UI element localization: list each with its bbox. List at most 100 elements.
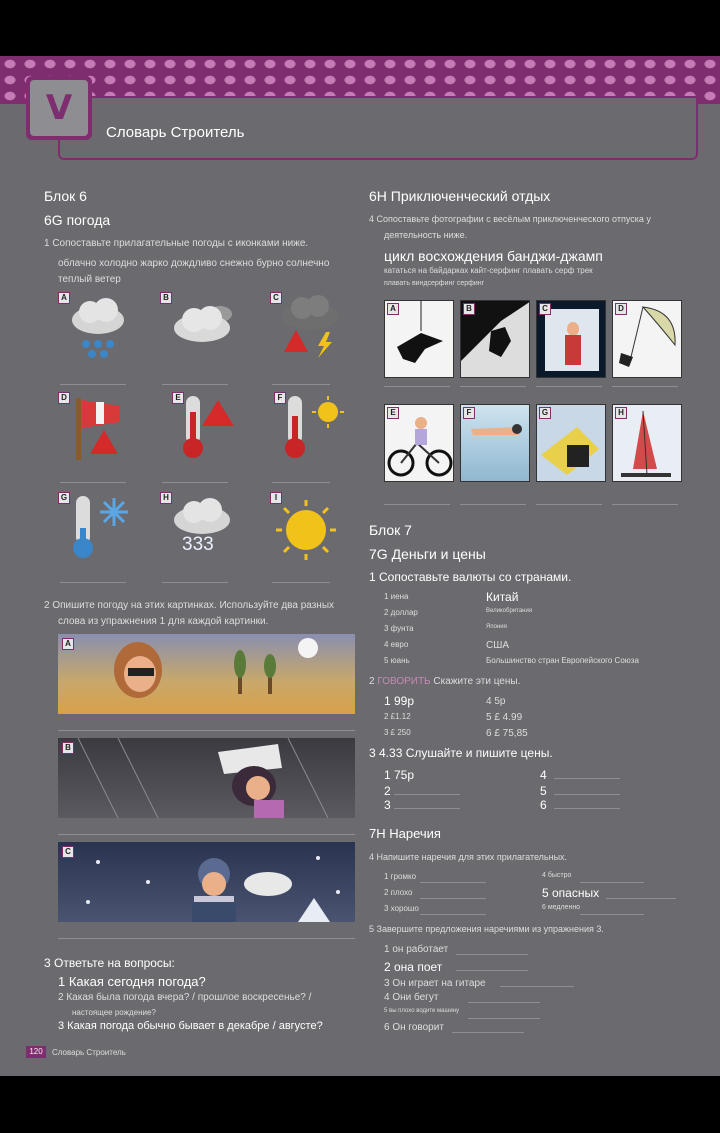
answer-line xyxy=(460,504,526,505)
exercise-2-instruction-2: слова из упражнения 1 для каждой картинк… xyxy=(58,616,269,627)
exercise-2-instruction: 2 Опишите погоду на этих картинках. Испо… xyxy=(44,600,335,611)
answer-line xyxy=(58,730,355,731)
question-2-cont: настоящее рождение? xyxy=(72,1008,156,1017)
photo-kitesurfing: D xyxy=(612,300,682,378)
currency-item: 5 юань xyxy=(384,656,410,665)
answer-line xyxy=(460,386,526,387)
footer-label: Словарь Строитель xyxy=(52,1048,126,1057)
weather-tile-rain: A xyxy=(58,292,132,362)
scene-cold-snow: C xyxy=(58,842,355,922)
rain-cloud-icon xyxy=(72,298,124,358)
scene-letter: B xyxy=(62,742,74,754)
answer-line xyxy=(384,504,450,505)
tile-h-label: 333 xyxy=(182,534,214,555)
weather-tile-cloudy: B xyxy=(160,292,234,362)
answer-line xyxy=(554,808,620,809)
tile-letter: C xyxy=(270,292,282,304)
photo-windsurfing: H xyxy=(612,404,682,482)
tile-letter: E xyxy=(172,392,184,404)
answer-line xyxy=(162,384,228,385)
weather-tile-wind: D xyxy=(58,392,132,462)
answer-line xyxy=(536,504,602,505)
answer-line xyxy=(60,482,126,483)
scene-hot-windy: A xyxy=(58,634,355,714)
answer-line xyxy=(394,794,460,795)
section-7h-title: 7H Наречия xyxy=(369,826,441,841)
section-6h-title: 6H Приключенческий отдых xyxy=(369,188,551,204)
country-item: Большинство стран Европейского Союза xyxy=(486,656,639,665)
answer-line xyxy=(272,384,330,385)
money-exercise-3: 3 4.33 Слушайте и пишите цены. xyxy=(369,746,553,760)
price-item: 5 £ 4.99 xyxy=(486,712,523,723)
exercise-1-word-bank-2: теплый ветер xyxy=(58,274,121,285)
photo-letter: F xyxy=(463,407,475,419)
answer-line xyxy=(58,938,355,939)
top-black-bar xyxy=(0,0,720,56)
photo-bungee: A xyxy=(384,300,454,378)
adjective-item: 1 громко xyxy=(384,872,417,881)
question-2: 2 Какая была погода вчера? / прошлое вос… xyxy=(58,992,312,1003)
sentence-item: 1 он работает xyxy=(384,944,449,955)
listen-item: 3 xyxy=(384,798,391,812)
adjective-item: 3 хорошо xyxy=(384,904,419,913)
photo-caving: C xyxy=(536,300,606,378)
woman-wind-illustration xyxy=(114,638,318,698)
unit-badge: V xyxy=(26,76,92,140)
currency-item: 4 евро xyxy=(384,640,409,649)
exercise-1-word-bank: облачно холодно жарко дождливо снежно бу… xyxy=(58,258,330,269)
price-item: 6 £ 75,85 xyxy=(486,728,528,739)
country-item: Япония xyxy=(486,624,507,630)
answer-line xyxy=(60,582,126,583)
weather-tile-warm: F xyxy=(274,392,348,462)
tile-letter: F xyxy=(274,392,286,404)
listen-item: 5 xyxy=(540,784,547,798)
money-exercise-1: 1 Сопоставьте валюты со странами. xyxy=(369,570,572,584)
adjective-item: 4 быстро xyxy=(542,872,572,879)
photo-letter: D xyxy=(615,303,627,315)
answer-line xyxy=(456,954,528,955)
thermometer-hot-icon xyxy=(183,396,234,458)
answer-line xyxy=(162,582,228,583)
speaking-tag: ГОВОРИТЬ xyxy=(377,676,431,687)
exercise-1-instruction: 1 Сопоставьте прилагательные погоды с ик… xyxy=(44,238,309,249)
thermometer-snow-icon xyxy=(73,496,128,558)
exercise-4-word-bank-2: кататься на байдарках кайт-серфинг плава… xyxy=(384,266,593,275)
country-item: США xyxy=(486,640,510,651)
photo-letter: A xyxy=(387,303,399,315)
section-7g-title: 7G Деньги и цены xyxy=(369,546,486,562)
answer-line xyxy=(456,970,528,971)
exercise-4-word-bank-3: плавать виндсерфинг серфинг xyxy=(384,280,485,287)
adjective-item: 6 медленно xyxy=(542,904,581,911)
workbook-page: V Словарь Строитель Блок 6 6G погода 1 С… xyxy=(0,56,720,1076)
answer-line xyxy=(606,898,676,899)
page-title: Словарь Строитель xyxy=(106,124,245,141)
answer-line xyxy=(612,386,678,387)
weather-tile-cold: G xyxy=(58,492,132,562)
price-item: 2 £1.12 xyxy=(384,712,411,721)
question-3: 3 Какая погода обычно бывает в декабре /… xyxy=(58,1020,323,1032)
scene-letter: C xyxy=(62,846,74,858)
windsock-icon xyxy=(76,398,120,460)
answer-line xyxy=(162,482,228,483)
listen-item: 1 75p xyxy=(384,768,415,782)
price-item: 1 99p xyxy=(384,694,415,708)
photo-letter: G xyxy=(539,407,551,419)
answer-line xyxy=(272,482,330,483)
sentence-item: 4 Они бегут xyxy=(384,992,439,1003)
boy-snow-illustration xyxy=(86,856,340,922)
weather-tile-snow: H 333 xyxy=(160,492,234,562)
sentence-item: 5 вы плохо водите машину xyxy=(384,1008,459,1014)
answer-line xyxy=(58,834,355,835)
exercise-text: Скажите эти цены. xyxy=(430,676,521,687)
cloud-icon xyxy=(174,306,232,342)
block-7-title: Блок 7 xyxy=(369,522,412,538)
adverbs-exercise-5: 5 Завершите предложения наречиями из упр… xyxy=(369,924,604,934)
scene-storm: B xyxy=(58,738,355,818)
answer-line xyxy=(500,986,574,987)
tile-letter: G xyxy=(58,492,70,504)
exercise-4-word-bank: цикл восхождения банджи-джамп xyxy=(384,248,603,264)
photo-climbing: B xyxy=(460,300,530,378)
weather-tile-hot: E xyxy=(172,392,246,462)
girl-storm-illustration xyxy=(77,738,329,818)
currency-item: 3 фунта xyxy=(384,624,414,633)
